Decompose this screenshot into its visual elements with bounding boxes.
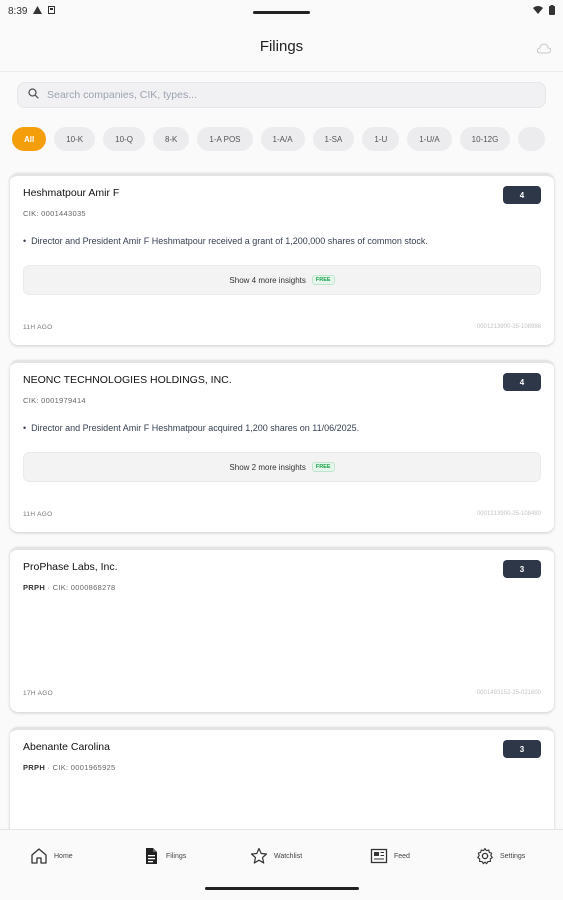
filter-chips: All 10-K 10-Q 8-K 1-A POS 1-A/A 1-SA 1-U…: [12, 127, 563, 153]
filing-card[interactable]: NEONC TECHNOLOGIES HOLDINGS, INC. CIK: 0…: [10, 360, 554, 532]
filer-cik: CIK: 0001979414: [23, 396, 86, 405]
nav-home[interactable]: Home: [30, 847, 73, 865]
chip-10-q[interactable]: 10-Q: [103, 127, 145, 151]
insight-count-badge: 4: [503, 186, 541, 204]
nav-label: Feed: [394, 852, 410, 860]
insight-count-badge: 4: [503, 373, 541, 391]
home-indicator[interactable]: [205, 887, 359, 890]
show-more-label: Show 4 more insights: [229, 275, 306, 285]
nav-label: Watchlist: [274, 852, 303, 860]
chip-1-u-a[interactable]: 1-U/A: [407, 127, 452, 151]
chip-1-u[interactable]: 1-U: [362, 127, 400, 151]
ticker: PRPH: [23, 583, 46, 592]
show-more-insights-button[interactable]: Show 2 more insights FREE: [23, 452, 541, 482]
insight-item: • Director and President Amir F Heshmatp…: [23, 423, 359, 433]
chip-1-a-a[interactable]: 1-A/A: [260, 127, 305, 151]
chip-8-k[interactable]: 8-K: [152, 127, 190, 151]
chip-1-a-pos[interactable]: 1-A POS: [197, 127, 253, 151]
bullet: •: [23, 423, 32, 433]
app-header: Filings: [0, 22, 563, 72]
filing-time: 11H AGO: [23, 511, 53, 518]
accession-number: 0001493152-25-021600: [476, 690, 541, 696]
accession-number: 0001213900-25-108988: [476, 324, 541, 330]
filer-name: ProPhase Labs, Inc.: [23, 561, 118, 573]
home-icon: [31, 848, 47, 864]
search-bar[interactable]: [17, 82, 546, 108]
search-input[interactable]: [47, 89, 535, 101]
ticker: PRPH: [23, 763, 46, 772]
newspaper-icon: [370, 848, 388, 864]
insight-text: Director and President Amir F Heshmatpou…: [31, 236, 428, 246]
status-time: 8:39: [8, 5, 28, 17]
battery-icon: [549, 4, 555, 18]
nav-watchlist[interactable]: Watchlist: [250, 847, 302, 865]
nav-label: Settings: [500, 852, 526, 860]
alert-icon: [33, 5, 43, 17]
filer-name: Heshmatpour Amir F: [23, 187, 120, 199]
insight-count-badge: 3: [503, 560, 541, 578]
camera-notch: [253, 11, 310, 14]
nav-settings[interactable]: Settings: [476, 847, 525, 865]
search-icon: [28, 86, 39, 104]
storage-icon: [48, 5, 56, 17]
insight-count-badge: 3: [503, 740, 541, 758]
bullet: •: [23, 236, 32, 246]
chip-1-sa[interactable]: 1-SA: [312, 127, 355, 151]
star-icon: [250, 847, 268, 864]
filer-cik: CIK: 0001443035: [23, 209, 86, 218]
document-icon: [146, 848, 157, 864]
nav-label: Home: [54, 852, 73, 860]
filer-cik: · CIK: 0001965925: [47, 763, 116, 772]
show-more-label: Show 2 more insights: [229, 462, 306, 472]
insight-text: Director and President Amir F Heshmatpou…: [31, 423, 360, 433]
insight-item: • Director and President Amir F Heshmatp…: [23, 236, 428, 246]
accession-number: 0001213900-25-108480: [476, 511, 541, 517]
page-title: Filings: [259, 38, 304, 55]
filer-name: NEONC TECHNOLOGIES HOLDINGS, INC.: [23, 374, 232, 386]
free-tag: FREE: [311, 462, 335, 472]
show-more-insights-button[interactable]: Show 4 more insights FREE: [23, 265, 541, 295]
filing-card[interactable]: Abenante Carolina PRPH · CIK: 0001965925…: [10, 727, 554, 829]
gear-icon: [477, 847, 493, 865]
chip-10-12g[interactable]: 10-12G: [459, 127, 511, 151]
filing-card[interactable]: Heshmatpour Amir F CIK: 0001443035 4 • D…: [10, 173, 554, 345]
filer-ticker-cik: PRPH · CIK: 0001965925: [23, 763, 116, 772]
cloud-icon[interactable]: [536, 42, 552, 54]
filing-time: 17H AGO: [23, 690, 53, 697]
chip-more[interactable]: [518, 127, 545, 151]
wifi-icon: [533, 5, 543, 17]
chip-10-k[interactable]: 10-K: [54, 127, 96, 151]
filing-time: 11H AGO: [23, 324, 53, 331]
filings-list: Heshmatpour Amir F CIK: 0001443035 4 • D…: [0, 163, 563, 829]
filer-name: Abenante Carolina: [23, 741, 110, 753]
filer-ticker-cik: PRPH · CIK: 0000868278: [23, 583, 116, 592]
nav-feed[interactable]: Feed: [370, 847, 410, 865]
filing-card[interactable]: ProPhase Labs, Inc. PRPH · CIK: 00008682…: [10, 547, 554, 712]
chip-all[interactable]: All: [12, 127, 47, 151]
free-tag: FREE: [311, 275, 335, 285]
filer-cik: · CIK: 0000868278: [47, 583, 116, 592]
nav-filings[interactable]: Filings: [142, 847, 186, 865]
nav-label: Filings: [166, 852, 187, 860]
